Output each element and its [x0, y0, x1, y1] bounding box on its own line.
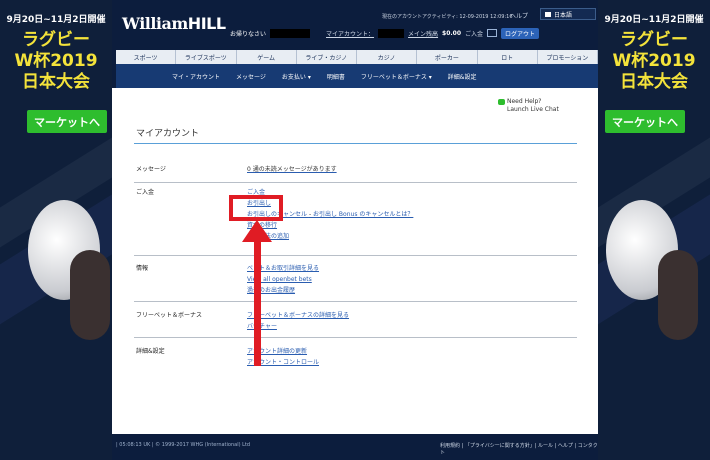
section-divider [134, 301, 577, 302]
section-label: メッセージ [136, 166, 166, 173]
freebet-details-link[interactable]: フリーベット＆ボーナスの詳細を見る [247, 310, 349, 321]
section-divider [134, 182, 577, 183]
my-account-link[interactable]: マイアカウント： [326, 29, 374, 38]
section-links: 0 通の未読メッセージがあります [247, 164, 337, 175]
logout-button[interactable]: ログアウト [501, 27, 540, 39]
main-wallet-label[interactable]: メイン残高 [408, 29, 438, 38]
section-label: フリーベット＆ボーナス [136, 312, 203, 319]
banner-title-line: ラグビー [22, 30, 90, 50]
subnav-item[interactable]: フリーベット＆ボーナス ▾ [353, 72, 440, 81]
section-label: 詳細&設定 [136, 348, 165, 355]
nav-item[interactable]: ロト [478, 50, 538, 64]
subnav-item[interactable]: 明細書 [319, 72, 353, 81]
mail-icon[interactable] [487, 29, 498, 37]
account-activity-link[interactable]: 現在のアカウントアクティビティ: 12-09-2019 12:09:16 [382, 13, 513, 20]
banner-title-line: 日本大会 [22, 72, 90, 92]
need-help-text: Need Help? [507, 98, 542, 105]
section-divider [134, 337, 577, 338]
page-title: マイアカウント [136, 129, 200, 139]
subnav-item[interactable]: 詳細&設定 [440, 72, 485, 81]
player-arm-image [70, 250, 110, 340]
unread-messages-text: 0 通の未読メッセージがあります [247, 166, 337, 173]
flag-icon [545, 11, 551, 17]
live-chat-widget[interactable]: Need Help? Launch Live Chat [498, 98, 559, 114]
right-promo-banner[interactable]: 9月20日~11月2日開催 ラグビー W杯2019 日本大会 マーケットへ [598, 0, 710, 460]
live-chat-link[interactable]: Launch Live Chat [498, 106, 559, 114]
nav-item[interactable]: ライブ・カジノ [297, 50, 357, 64]
logo-script: William [122, 14, 188, 33]
nav-item[interactable]: ゲーム [237, 50, 297, 64]
page-footer: | 05:08:13 UK | © 1999-2017 WHG (Interna… [112, 434, 598, 460]
section-label: ご入金 [136, 189, 155, 196]
nav-item[interactable]: ポーカー [417, 50, 478, 64]
account-content-panel: Need Help? Launch Live Chat マイアカウント メッセー… [112, 88, 598, 434]
primary-nav: スポーツ ライブスポーツ ゲーム ライブ・カジノ カジノ ポーカー ロト プロモ… [116, 50, 598, 64]
banner-title-line: ラグビー [620, 30, 688, 50]
banner-market-button[interactable]: マーケットへ [27, 110, 107, 133]
section-label: 情報 [136, 265, 149, 272]
nav-item[interactable]: スポーツ [116, 50, 177, 64]
help-link[interactable]: ヘルプ [510, 11, 528, 20]
section-divider [134, 255, 577, 256]
player-arm-image [658, 250, 698, 340]
subnav-item[interactable]: メッセージ [228, 72, 274, 81]
title-divider [134, 143, 577, 144]
william-hill-logo[interactable]: WilliamHILL [122, 14, 226, 33]
language-label: 日本語 [554, 11, 573, 19]
highlight-arrow-head [242, 220, 272, 242]
top-header: WilliamHILL 現在のアカウントアクティビティ: 12-09-2019 … [112, 0, 598, 48]
user-info-row: お帰りなさい マイアカウント： メイン残高 $0.00 ご入金 ログアウト [230, 27, 594, 39]
secondary-nav: マイ・アカウント メッセージ お支払い ▾ 明細書 フリーベット＆ボーナス ▾ … [116, 64, 598, 88]
highlight-box [229, 195, 283, 221]
banner-title: ラグビー W杯2019 日本大会 [598, 30, 710, 93]
logo-block: HILL [187, 14, 226, 33]
subnav-item[interactable]: マイ・アカウント [116, 72, 228, 81]
greeting-text: お帰りなさい [230, 30, 267, 38]
redacted-username [270, 28, 311, 38]
balance-value: $0.00 [442, 29, 462, 37]
highlight-arrow-shaft [254, 240, 261, 366]
section-links: フリーベット＆ボーナスの詳細を見る バウチャー [247, 310, 349, 332]
banner-title-line: 日本大会 [620, 72, 688, 92]
banner-market-button[interactable]: マーケットへ [605, 110, 685, 133]
footer-links[interactable]: 利用規約 | 「プライバシーに関する方針」| ルール | ヘルプ | コンタクト [440, 442, 598, 456]
nav-item[interactable]: ライブスポーツ [176, 50, 237, 64]
withdraw-cancel-info-link[interactable]: お引出し Bonus のキャンセルとは？ [313, 211, 413, 218]
nav-item[interactable]: プロモーション [538, 50, 598, 64]
deposit-link[interactable]: ご入金 [465, 29, 483, 38]
banner-title-line: W杯2019 [14, 51, 98, 71]
left-promo-banner[interactable]: 9月20日~11月2日開催 ラグビー W杯2019 日本大会 マーケットへ [0, 0, 112, 460]
language-select[interactable]: 日本語 [540, 8, 596, 20]
chat-icon [498, 98, 505, 105]
nav-item[interactable]: カジノ [357, 50, 418, 64]
banner-title: ラグビー W杯2019 日本大会 [0, 30, 112, 93]
subnav-item[interactable]: お支払い ▾ [274, 72, 319, 81]
banner-title-line: W杯2019 [612, 51, 696, 71]
redacted-account-id [378, 28, 405, 38]
banner-dates: 9月20日~11月2日開催 [604, 15, 704, 25]
banner-dates: 9月20日~11月2日開催 [6, 15, 106, 25]
voucher-link[interactable]: バウチャー [247, 321, 349, 332]
footer-copyright: | 05:08:13 UK | © 1999-2017 WHG (Interna… [116, 442, 251, 448]
